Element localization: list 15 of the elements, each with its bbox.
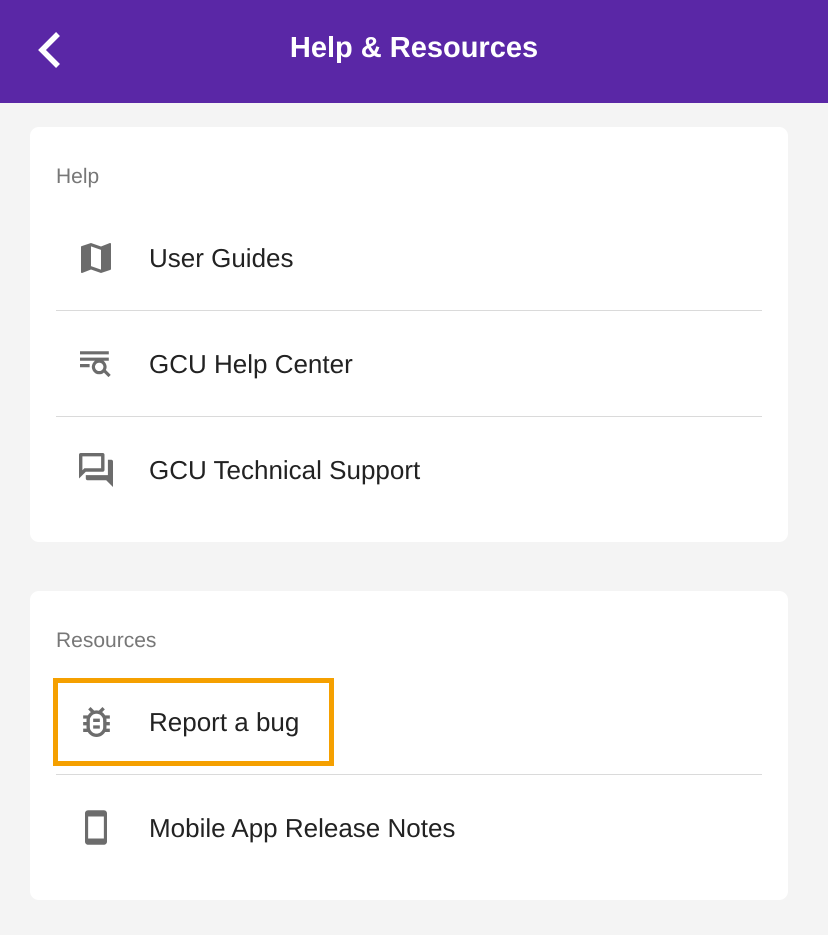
menu-item[interactable]: GCU Technical Support (53, 424, 456, 516)
menu-item[interactable]: GCU Help Center (53, 320, 388, 408)
menu-item[interactable]: User Guides (53, 214, 328, 302)
back-button[interactable] (36, 30, 62, 68)
list-search-icon (80, 350, 112, 376)
chat-bubbles-icon (79, 452, 113, 486)
chevron-left-icon (36, 30, 62, 68)
section-heading: Help (56, 164, 100, 190)
page-title: Help & Resources (290, 32, 538, 65)
bug-icon (82, 706, 110, 736)
menu-item[interactable]: Mobile App Release Notes (53, 781, 490, 874)
menu-item[interactable]: Report a bug (53, 678, 334, 766)
smartphone-icon (85, 810, 107, 845)
map-icon (81, 242, 111, 272)
section-heading: Resources (56, 628, 158, 654)
